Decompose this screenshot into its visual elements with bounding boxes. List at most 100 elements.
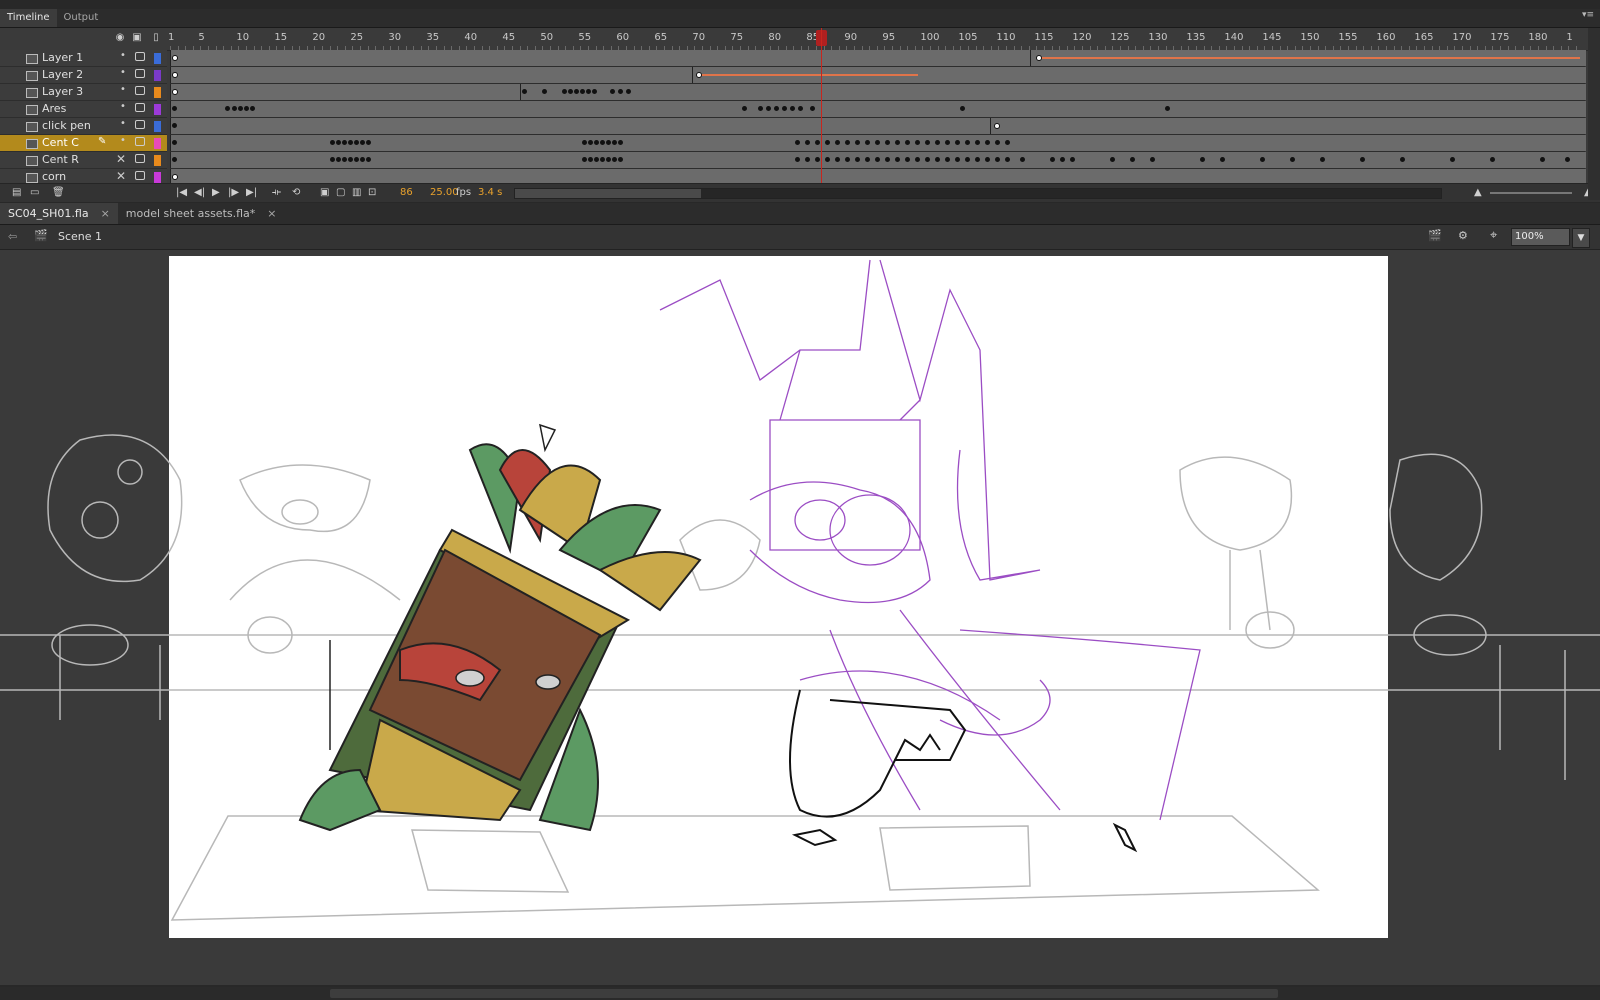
keyframe[interactable] bbox=[606, 140, 611, 145]
onion-outline-icon[interactable]: ▢ bbox=[336, 187, 345, 198]
keyframe[interactable] bbox=[825, 157, 830, 162]
back-arrow-icon[interactable]: ⇦ bbox=[8, 230, 17, 243]
keyframe[interactable] bbox=[798, 106, 803, 111]
keyframe[interactable] bbox=[965, 140, 970, 145]
keyframe[interactable] bbox=[1005, 140, 1010, 145]
panel-menu-icon[interactable]: ▾≡ bbox=[1582, 10, 1594, 20]
play-icon[interactable]: ▶ bbox=[212, 187, 220, 198]
layer-header[interactable]: Layer 2 • bbox=[0, 67, 167, 84]
keyframe[interactable] bbox=[766, 106, 771, 111]
keyframe[interactable] bbox=[945, 157, 950, 162]
layer-name[interactable]: Cent C bbox=[42, 136, 79, 149]
keyframe[interactable] bbox=[955, 140, 960, 145]
empty-keyframe[interactable] bbox=[994, 123, 1000, 129]
keyframe[interactable] bbox=[582, 157, 587, 162]
center-frame-icon[interactable]: ⟛ bbox=[272, 187, 281, 198]
layer-name[interactable]: Layer 3 bbox=[42, 85, 83, 98]
keyframe[interactable] bbox=[1020, 157, 1025, 162]
layer-frames[interactable] bbox=[170, 152, 1586, 169]
keyframe[interactable] bbox=[885, 157, 890, 162]
layer-color-swatch[interactable] bbox=[154, 70, 161, 81]
keyframe[interactable] bbox=[618, 140, 623, 145]
layer-frames[interactable] bbox=[170, 118, 1586, 135]
layer-name[interactable]: click pen bbox=[42, 119, 91, 132]
visible-dot-icon[interactable]: • bbox=[120, 84, 126, 95]
keyframe[interactable] bbox=[354, 157, 359, 162]
keyframe[interactable] bbox=[895, 140, 900, 145]
doc-tab-sc04[interactable]: SC04_SH01.fla × bbox=[0, 203, 118, 224]
keyframe[interactable] bbox=[855, 157, 860, 162]
frame-span[interactable] bbox=[990, 118, 1586, 134]
new-layer-icon[interactable]: ▤ bbox=[12, 187, 21, 198]
edit-multiple-icon[interactable]: ▥ bbox=[352, 187, 361, 198]
keyframe[interactable] bbox=[626, 89, 631, 94]
frame-span[interactable] bbox=[170, 67, 693, 83]
keyframe[interactable] bbox=[1070, 157, 1075, 162]
keyframe[interactable] bbox=[845, 157, 850, 162]
keyframe[interactable] bbox=[588, 157, 593, 162]
layer-header[interactable]: Layer 1 • bbox=[0, 50, 167, 67]
keyframe[interactable] bbox=[1060, 157, 1065, 162]
visible-dot-icon[interactable]: • bbox=[120, 101, 126, 112]
chevron-down-icon[interactable]: ▼ bbox=[1572, 228, 1590, 248]
keyframe[interactable] bbox=[865, 140, 870, 145]
keyframe[interactable] bbox=[975, 157, 980, 162]
layer-header[interactable]: Cent C ✎ • bbox=[0, 135, 167, 152]
timeline-scroll-thumb[interactable] bbox=[515, 189, 701, 198]
keyframe[interactable] bbox=[795, 140, 800, 145]
keyframe[interactable] bbox=[225, 106, 230, 111]
keyframe[interactable] bbox=[360, 157, 365, 162]
keyframe[interactable] bbox=[758, 106, 763, 111]
keyframe[interactable] bbox=[1130, 157, 1135, 162]
edit-scene-icon[interactable]: 🎬 bbox=[1428, 229, 1442, 242]
lock-icon[interactable] bbox=[135, 137, 145, 146]
eye-icon[interactable]: ◉ bbox=[114, 32, 126, 44]
last-frame-icon[interactable]: ▶| bbox=[246, 187, 257, 198]
empty-keyframe[interactable] bbox=[172, 89, 178, 95]
keyframe[interactable] bbox=[855, 140, 860, 145]
keyframe[interactable] bbox=[618, 157, 623, 162]
lock-icon[interactable] bbox=[135, 103, 145, 112]
hidden-x-icon[interactable]: ✕ bbox=[116, 152, 126, 166]
keyframe[interactable] bbox=[172, 106, 177, 111]
empty-keyframe[interactable] bbox=[696, 72, 702, 78]
lock-icon[interactable] bbox=[135, 154, 145, 163]
keyframe[interactable] bbox=[1110, 157, 1115, 162]
layer-name[interactable]: Cent R bbox=[42, 153, 79, 166]
keyframe[interactable] bbox=[366, 157, 371, 162]
keyframe[interactable] bbox=[815, 157, 820, 162]
keyframe[interactable] bbox=[542, 89, 547, 94]
lock-icon[interactable] bbox=[135, 52, 145, 61]
keyframe[interactable] bbox=[742, 106, 747, 111]
onion-skin-icon[interactable]: ▣ bbox=[320, 187, 329, 198]
keyframe[interactable] bbox=[960, 106, 965, 111]
keyframe[interactable] bbox=[955, 157, 960, 162]
keyframe[interactable] bbox=[1005, 157, 1010, 162]
keyframe[interactable] bbox=[588, 140, 593, 145]
keyframe[interactable] bbox=[1490, 157, 1495, 162]
keyframe[interactable] bbox=[574, 89, 579, 94]
keyframe[interactable] bbox=[1260, 157, 1265, 162]
lock-icon[interactable] bbox=[135, 86, 145, 95]
lock-icon[interactable]: ▣ bbox=[131, 32, 143, 44]
keyframe[interactable] bbox=[342, 157, 347, 162]
frame-span[interactable] bbox=[170, 118, 991, 134]
keyframe[interactable] bbox=[348, 157, 353, 162]
keyframe[interactable] bbox=[1320, 157, 1325, 162]
layer-color-swatch[interactable] bbox=[154, 53, 161, 64]
keyframe[interactable] bbox=[875, 157, 880, 162]
onion-markers-icon[interactable]: ⊡ bbox=[368, 187, 376, 198]
keyframe[interactable] bbox=[612, 157, 617, 162]
keyframe[interactable] bbox=[835, 140, 840, 145]
layer-name[interactable]: Layer 1 bbox=[42, 51, 83, 64]
keyframe[interactable] bbox=[582, 140, 587, 145]
keyframe[interactable] bbox=[348, 140, 353, 145]
doc-tab-model-sheet[interactable]: model sheet assets.fla* × bbox=[118, 203, 285, 224]
edit-symbols-icon[interactable]: ⚙ bbox=[1458, 229, 1468, 242]
timeline-vscroll[interactable] bbox=[1588, 28, 1600, 200]
zoom-field[interactable]: 100% bbox=[1511, 228, 1570, 246]
keyframe[interactable] bbox=[915, 140, 920, 145]
layer-header[interactable]: Ares • bbox=[0, 101, 167, 118]
layer-frames[interactable] bbox=[170, 84, 1586, 101]
frame-ruler[interactable]: 1 5 10 15 20 25 30 35 40 45 50 55 60 65 70 75 80 85 90 95 10… bbox=[168, 28, 1585, 50]
